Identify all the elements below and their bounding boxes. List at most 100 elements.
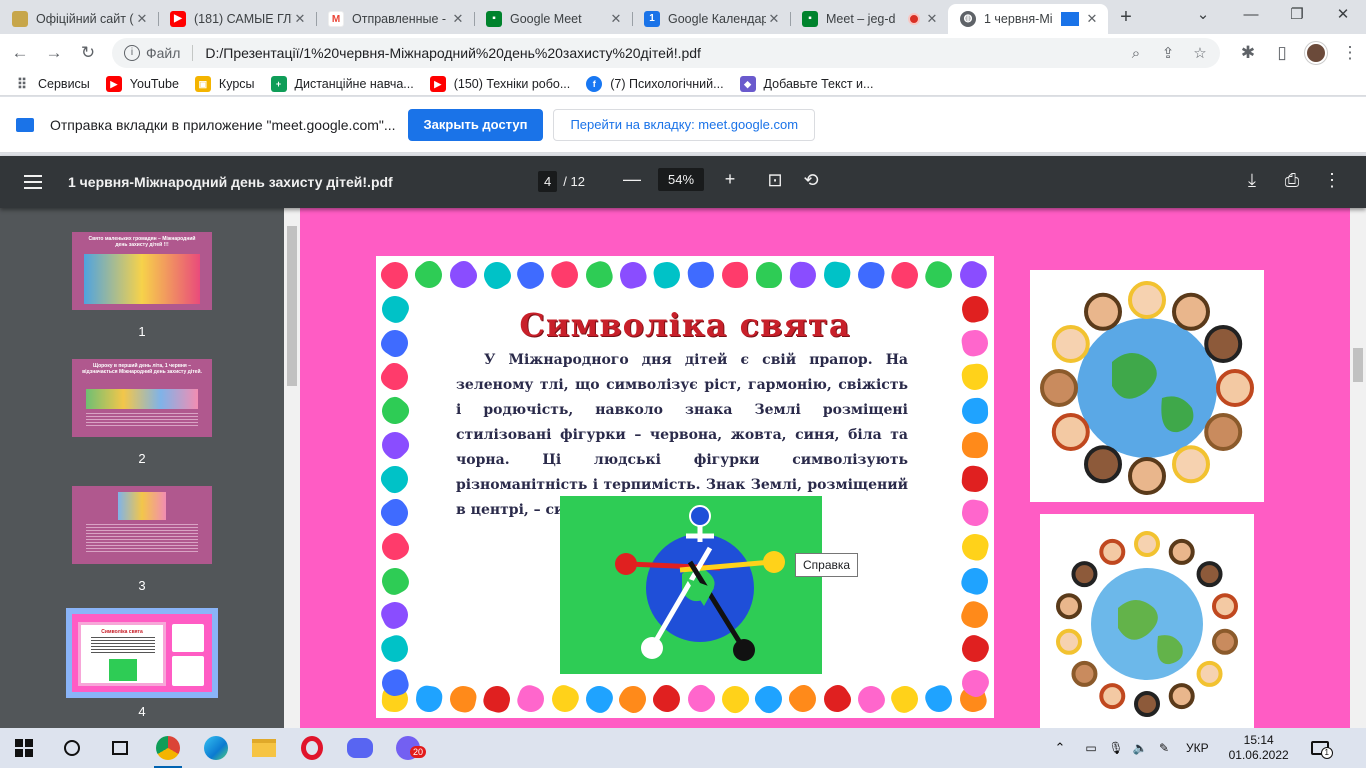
zoom-out-icon[interactable]: — <box>620 169 644 190</box>
download-icon[interactable]: ⤓ <box>1240 170 1264 191</box>
thumbnail-number: 4 <box>138 704 146 719</box>
reload-button[interactable]: ↻ <box>74 39 102 67</box>
zoom-in-icon[interactable]: + <box>718 169 742 190</box>
child-head <box>1196 561 1223 588</box>
bookmark-distance-learning[interactable]: + Дистанційне навча... <box>270 75 414 92</box>
info-icon[interactable]: i <box>124 45 140 61</box>
address-bar[interactable]: i Файл D:/Презентації/1%20червня-Міжнаро… <box>112 38 1220 68</box>
tab-meet-call[interactable]: ▪ Meet – jeg-d ✕ <box>790 4 948 34</box>
close-icon[interactable]: ✕ <box>766 11 782 27</box>
thumbnail-graphic <box>86 389 198 409</box>
close-icon[interactable]: ✕ <box>608 11 624 27</box>
close-icon[interactable]: ✕ <box>924 11 940 27</box>
tab-youtube[interactable]: ▶ (181) САМЫЕ ГЛУ ✕ <box>158 4 316 34</box>
sidebar-menu-icon[interactable] <box>24 174 44 190</box>
bookmark-star-icon[interactable]: ☆ <box>1188 44 1212 62</box>
bookmark-psychology[interactable]: f (7) Психологічний... <box>586 75 724 92</box>
bookmark-apps[interactable]: ⠿ Сервисы <box>14 76 90 92</box>
menu-kebab-icon[interactable]: ⋮ <box>1336 39 1364 67</box>
close-icon[interactable]: ✕ <box>134 11 150 27</box>
tab-google-calendar[interactable]: 1 Google Календар ✕ <box>632 4 790 34</box>
taskbar-chrome[interactable] <box>144 728 192 768</box>
taskbar-opera[interactable] <box>288 728 336 768</box>
profile-avatar[interactable] <box>1302 39 1330 67</box>
thumbnail-page-1[interactable]: Свято маленьких громадян – Міжнародний д… <box>0 232 284 339</box>
share-icon[interactable]: ⇪ <box>1156 44 1180 62</box>
zoom-level-input[interactable]: 54% <box>658 168 705 191</box>
recording-icon <box>908 13 920 25</box>
bookmark-youtube[interactable]: ▶ YouTube <box>105 75 179 92</box>
search-button[interactable] <box>48 728 96 768</box>
extensions-icon[interactable]: ✱ <box>1234 39 1262 67</box>
notification-badge: 1 <box>1320 747 1333 759</box>
network-icon[interactable]: ▭ <box>1078 741 1104 755</box>
pdf-page-view: Символіка свята У Міжнародного дня дітей… <box>300 208 1350 728</box>
tab-gmail[interactable]: M Отправленные - ✕ <box>316 4 474 34</box>
bookmark-techniques[interactable]: ▶ (150) Техніки робо... <box>429 75 570 92</box>
side-panel-icon[interactable]: ▯ <box>1268 39 1296 67</box>
sidebar-scrollbar[interactable] <box>284 208 300 728</box>
notification-center-icon[interactable]: 1 <box>1310 741 1333 759</box>
scrollbar-thumb[interactable] <box>1353 348 1363 382</box>
maximize-button[interactable]: ❐ <box>1274 0 1320 30</box>
scrollbar-thumb[interactable] <box>287 226 297 386</box>
taskbar-discord[interactable] <box>336 728 384 768</box>
thumbnail-graphic <box>118 492 166 520</box>
hand-print <box>547 681 583 717</box>
hand-print <box>955 257 991 293</box>
microphone-icon[interactable]: 🎙 <box>1104 741 1128 755</box>
tab-official-site[interactable]: Офіційний сайт ( ✕ <box>0 4 158 34</box>
close-icon[interactable]: ✕ <box>450 11 466 27</box>
hand-print <box>376 494 414 532</box>
minimize-button[interactable]: — <box>1228 0 1274 30</box>
switch-to-tab-button[interactable]: Перейти на вкладку: meet.google.com <box>553 108 816 141</box>
close-window-button[interactable]: ✕ <box>1320 0 1366 30</box>
back-button[interactable]: ← <box>6 39 34 67</box>
forward-button[interactable]: → <box>40 39 68 67</box>
rotate-icon[interactable]: ⟲ <box>799 170 823 191</box>
globe-ring-illustration <box>1056 531 1238 717</box>
zoom-icon[interactable]: ⌕ <box>1124 45 1148 62</box>
fit-to-page-icon[interactable]: ⊡ <box>763 170 787 191</box>
pdf-filename: 1 червня-Міжнародний день захисту дітей!… <box>68 174 393 190</box>
language-indicator[interactable]: УКР <box>1186 741 1209 755</box>
thumbnail-page-4-selected[interactable]: Символіка свята 4 <box>0 608 284 719</box>
hand-print <box>479 257 515 293</box>
more-options-icon[interactable]: ⋮ <box>1320 170 1344 191</box>
hand-print <box>514 682 548 716</box>
plus-square-icon: + <box>270 75 287 92</box>
pen-icon[interactable]: ✎ <box>1152 741 1176 755</box>
hand-print <box>615 681 651 717</box>
new-tab-button[interactable]: + <box>1112 4 1140 32</box>
bookmark-courses[interactable]: ▣ Курсы <box>194 75 255 92</box>
taskbar-edge[interactable] <box>192 728 240 768</box>
child-head <box>1128 457 1166 495</box>
volume-icon[interactable]: 🔈 <box>1128 741 1152 755</box>
thumbnail-page-2[interactable]: Щороку в перший день літа, 1 червня – ві… <box>0 359 284 466</box>
clock[interactable]: 15:14 01.06.2022 <box>1229 733 1289 763</box>
bookmark-add-text[interactable]: ◆ Добавьте Текст и... <box>739 75 873 92</box>
page-number-input[interactable]: 4 <box>538 171 558 192</box>
tab-pdf-active[interactable]: ◍ 1 червня-Мі ✕ <box>948 4 1108 34</box>
print-icon[interactable]: ⎙ <box>1280 170 1304 191</box>
task-view-button[interactable] <box>96 728 144 768</box>
hand-print <box>957 631 993 667</box>
hand-print <box>750 680 788 718</box>
close-icon[interactable]: ✕ <box>1084 11 1100 27</box>
tab-search-button[interactable]: ⌄ <box>1180 0 1226 30</box>
taskbar-viber[interactable]: 20 <box>384 728 432 768</box>
taskbar-file-explorer[interactable] <box>240 728 288 768</box>
hand-print <box>513 257 549 293</box>
meet-icon: ▪ <box>486 11 502 27</box>
thumbnail-page-3[interactable]: 3 <box>0 486 284 593</box>
show-hidden-icons[interactable]: ⌃ <box>1050 740 1070 756</box>
hand-print <box>716 680 754 718</box>
url-text[interactable]: D:/Презентації/1%20червня-Міжнародний%20… <box>205 45 1116 61</box>
child-head <box>1040 369 1078 407</box>
slide-card: Символіка свята У Міжнародного дня дітей… <box>376 256 994 718</box>
tab-google-meet[interactable]: ▪ Google Meet ✕ <box>474 4 632 34</box>
stop-sharing-button[interactable]: Закрыть доступ <box>407 108 544 141</box>
start-button[interactable] <box>0 728 48 768</box>
page-scrollbar[interactable] <box>1350 208 1366 728</box>
close-icon[interactable]: ✕ <box>292 11 308 27</box>
